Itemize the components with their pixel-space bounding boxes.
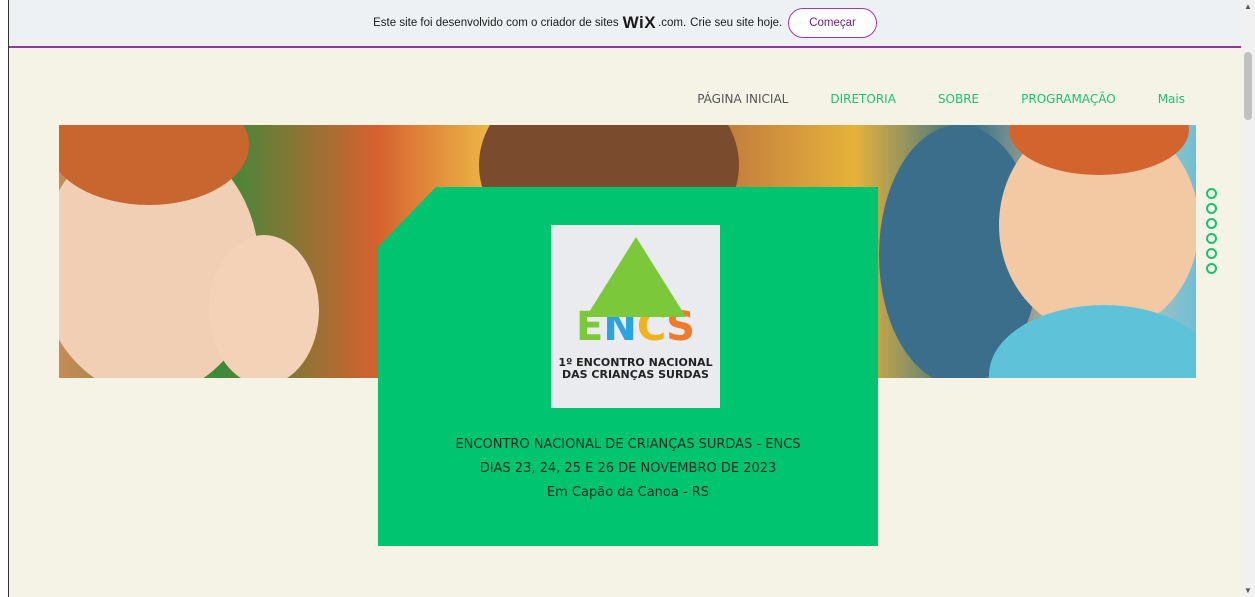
slide-dot[interactable] — [1206, 218, 1217, 229]
nav-item-more[interactable]: Mais — [1158, 92, 1185, 106]
event-dates: DIAS 23, 24, 25 E 26 DE NOVEMBRO DE 2023 — [479, 461, 777, 476]
event-title: ENCONTRO NACIONAL DE CRIANÇAS SURDAS - E… — [455, 437, 801, 452]
slideshow-dots — [1206, 188, 1217, 274]
wix-banner-text-after: Crie seu site hoje. — [690, 17, 783, 29]
scroll-down-icon[interactable]: ▼ — [1244, 586, 1252, 595]
slide-dot[interactable] — [1206, 233, 1217, 244]
wix-banner-text-before: Este site foi desenvolvido com o criador… — [373, 17, 619, 29]
event-description: ENCONTRO NACIONAL DE CRIANÇAS SURDAS - E… — [378, 433, 878, 505]
scrollbar[interactable]: ▲ ▼ — [1241, 0, 1255, 597]
scrollbar-thumb[interactable] — [1244, 52, 1252, 120]
nav-item-programacao[interactable]: PROGRAMAÇÃO — [1021, 92, 1116, 106]
event-location: Em Capão da Canoa - RS — [546, 485, 710, 500]
main-nav: PÁGINA INICIAL DIRETORIA SOBRE PROGRAMAÇ… — [655, 92, 1185, 106]
page-frame: Este site foi desenvolvido com o criador… — [8, 0, 1242, 597]
slide-dot[interactable] — [1206, 203, 1217, 214]
logo-caption: 1º ENCONTRO NACIONAL DAS CRIANÇAS SURDAS — [558, 357, 712, 381]
logo-caption-line2: DAS CRIANÇAS SURDAS — [562, 368, 709, 381]
nav-item-home[interactable]: PÁGINA INICIAL — [697, 92, 788, 106]
wix-banner: Este site foi desenvolvido com o criador… — [9, 0, 1241, 48]
logo-triangle-icon — [585, 237, 686, 317]
nav-item-sobre[interactable]: SOBRE — [938, 92, 979, 106]
wix-dotcom: .com. — [658, 17, 687, 29]
slide-dot[interactable] — [1206, 248, 1217, 259]
start-button[interactable]: Começar — [788, 8, 877, 38]
slide-dot[interactable] — [1206, 188, 1217, 199]
nav-item-diretoria[interactable]: DIRETORIA — [830, 92, 896, 106]
encs-logo: E N C S 1º ENCONTRO NACIONAL DAS CRIANÇA… — [551, 225, 720, 408]
slide-dot[interactable] — [1206, 263, 1217, 274]
wix-logo[interactable]: WiX — [623, 13, 656, 33]
wix-banner-message: Este site foi desenvolvido com o criador… — [373, 13, 782, 33]
scroll-up-icon[interactable]: ▲ — [1244, 2, 1252, 11]
event-card: E N C S 1º ENCONTRO NACIONAL DAS CRIANÇA… — [378, 187, 878, 546]
hero-hand-left — [209, 235, 319, 378]
